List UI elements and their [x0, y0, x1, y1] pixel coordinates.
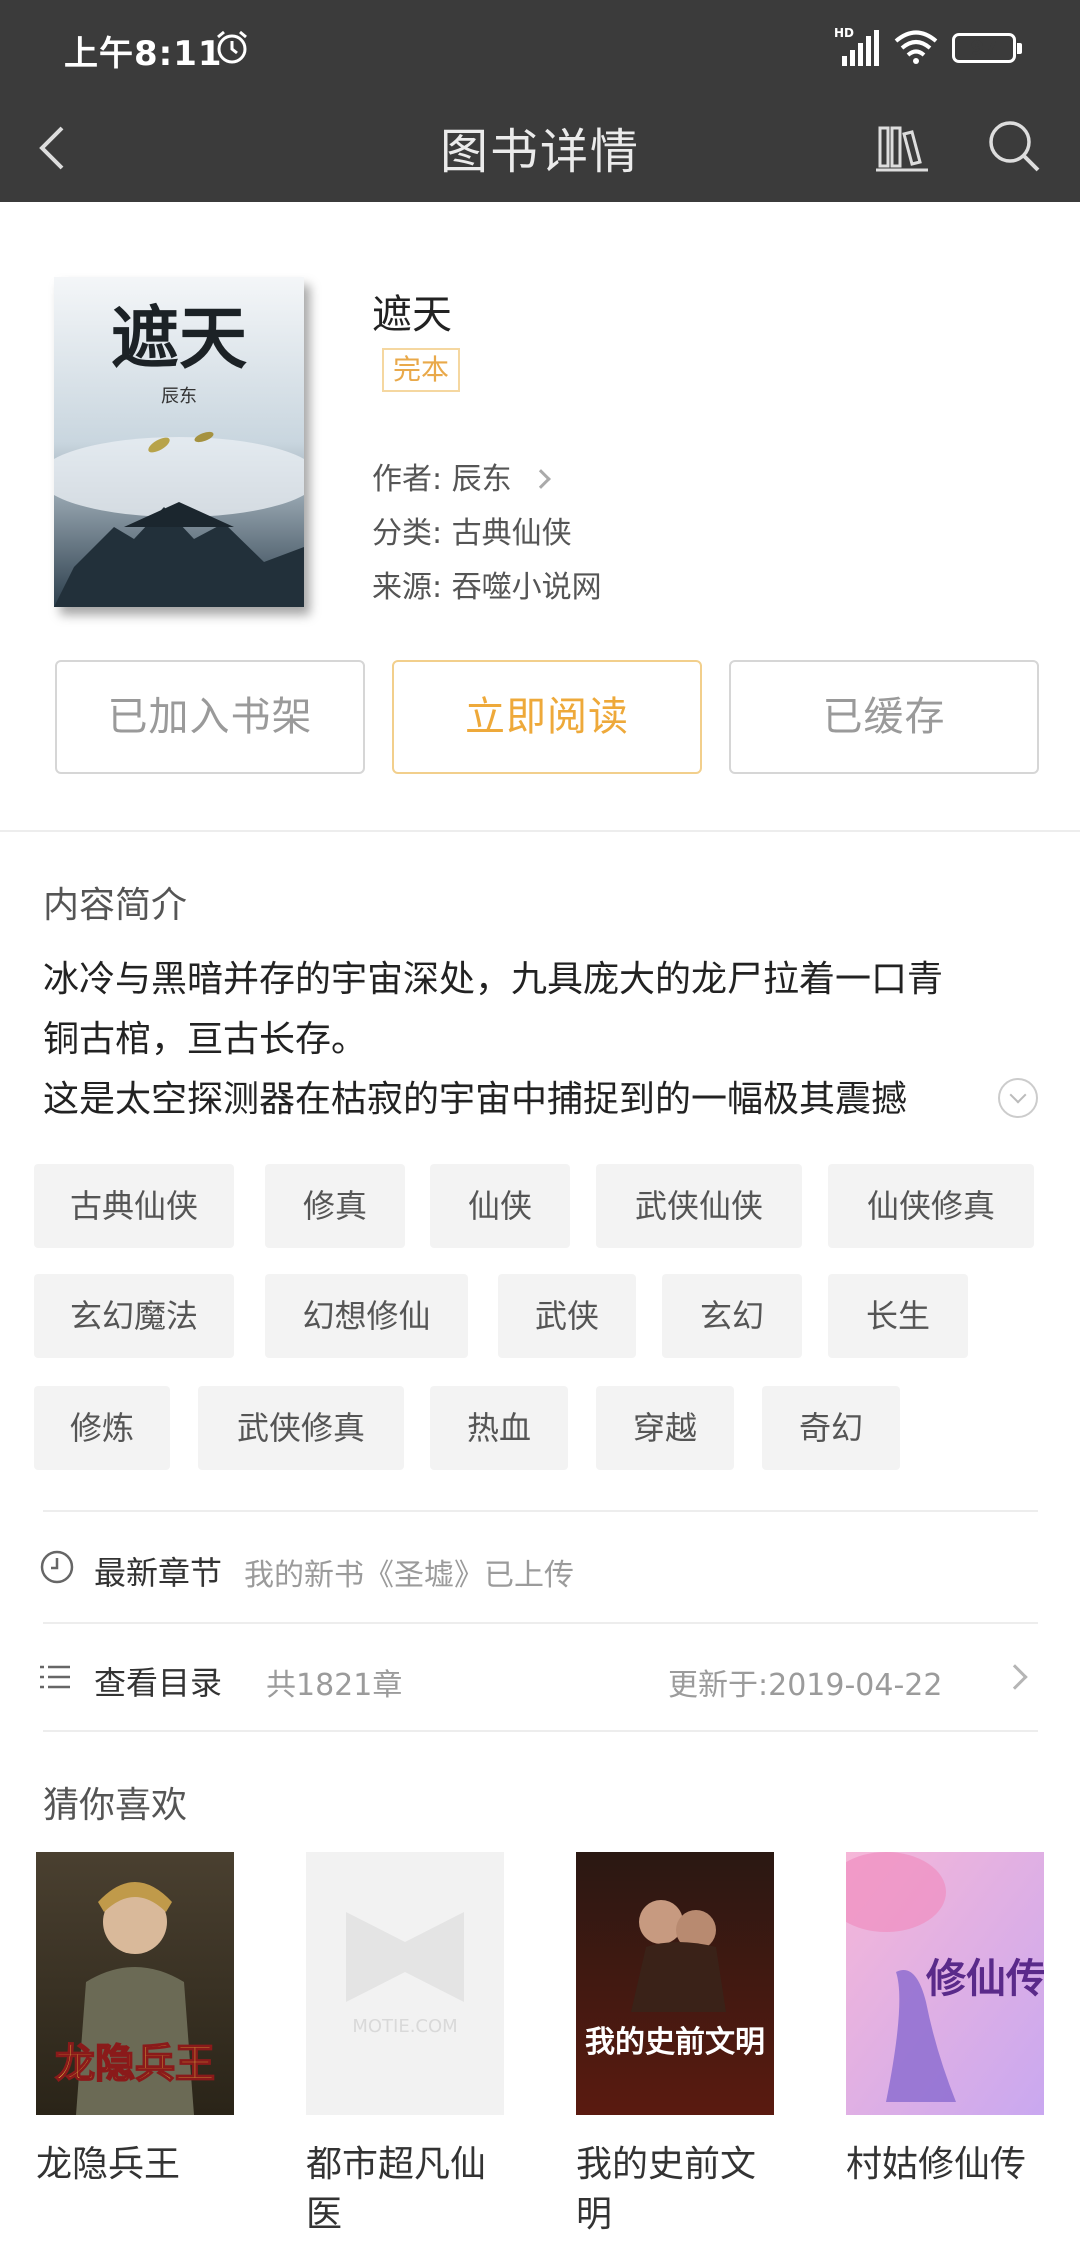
recommend-book-name[interactable]: 龙隐兵王	[36, 2140, 246, 2190]
update-date: 更新于:2019-04-22	[668, 1668, 943, 1703]
tag[interactable]: 幻想修仙	[265, 1274, 468, 1358]
signal-icon	[842, 30, 879, 66]
status-bar: 上午8:11 HD 97	[0, 0, 1080, 92]
intro-line: 这是太空探测器在枯寂的宇宙中捕捉到的一幅极其震撼	[43, 1079, 908, 1120]
tag[interactable]: 仙侠修真	[828, 1164, 1034, 1248]
tag[interactable]: 古典仙侠	[34, 1164, 234, 1248]
alarm-icon	[217, 30, 247, 64]
list-icon	[40, 1665, 70, 1689]
latest-chapter-label: 最新章节	[94, 1554, 223, 1592]
intro-line: 冰冷与黑暗并存的宇宙深处，九具庞大的龙尸拉着一口青	[43, 959, 944, 1000]
recommend-title: 猜你喜欢	[43, 1785, 188, 1826]
tag[interactable]: 武侠	[498, 1274, 636, 1358]
tag[interactable]: 穿越	[596, 1386, 734, 1470]
book-cover: 遮天 辰东	[54, 277, 304, 607]
tag[interactable]: 长生	[828, 1274, 968, 1358]
app-bar: 图书详情	[0, 92, 1080, 202]
author-link[interactable]: 作者: 辰东	[372, 454, 551, 498]
recommend-cover-text: 我的史前文明	[585, 2025, 765, 2060]
recommend-book-name[interactable]: 村姑修仙传	[846, 2140, 1066, 2190]
chevron-right-icon[interactable]	[1002, 1664, 1028, 1690]
recommend-cover-text: MOTIE.COM	[352, 2016, 457, 2037]
recommend-cover-text: 龙隐兵王	[55, 2041, 215, 2087]
tag[interactable]: 武侠仙侠	[596, 1164, 802, 1248]
tag[interactable]: 武侠修真	[198, 1386, 404, 1470]
status-badge: 完本	[382, 348, 460, 392]
tag[interactable]: 仙侠	[430, 1164, 570, 1248]
divider	[43, 1622, 1038, 1624]
section-divider	[0, 830, 1080, 832]
tag[interactable]: 热血	[430, 1386, 568, 1470]
cover-title: 遮天	[111, 299, 247, 379]
chevron-right-icon	[530, 469, 551, 489]
search-icon[interactable]	[984, 116, 1042, 176]
recommend-cover-text: 修仙传	[926, 1955, 1044, 2002]
recommend-book-name[interactable]: 我的史前文明	[576, 2140, 776, 2240]
recommend-book-name[interactable]: 都市超凡仙医	[306, 2140, 506, 2240]
recommend-cover[interactable]: 我的史前文明	[576, 1852, 774, 2115]
clock-icon	[40, 1550, 74, 1584]
cached-button[interactable]: 已缓存	[729, 660, 1039, 774]
recommend-cover[interactable]: 修仙传	[846, 1852, 1044, 2115]
toc-label[interactable]: 查看目录	[94, 1658, 222, 1704]
tag[interactable]: 奇幻	[762, 1386, 900, 1470]
status-time: 上午8:11	[64, 34, 223, 74]
category-text: 分类: 古典仙侠	[372, 516, 572, 551]
author-text: 作者: 辰东	[372, 462, 512, 497]
chapter-count: 共1821章	[266, 1668, 403, 1703]
recommend-cover[interactable]: MOTIE.COM	[306, 1852, 504, 2115]
bookshelf-icon[interactable]	[874, 118, 932, 176]
tag[interactable]: 玄幻魔法	[34, 1274, 234, 1358]
added-to-shelf-button[interactable]: 已加入书架	[55, 660, 365, 774]
book-title: 遮天	[372, 292, 452, 338]
wifi-icon	[894, 30, 938, 64]
recommend-cover[interactable]: 龙隐兵王	[36, 1852, 234, 2115]
tag[interactable]: 修炼	[34, 1386, 170, 1470]
cover-author: 辰东	[161, 386, 197, 407]
intro-text[interactable]: 冰冷与黑暗并存的宇宙深处，九具庞大的龙尸拉着一口青 铜古棺，亘古长存。 这是太空…	[43, 950, 1043, 1130]
expand-icon[interactable]	[998, 1078, 1038, 1118]
battery-indicator: 97	[952, 33, 1022, 63]
intro-line: 铜古棺，亘古长存。	[43, 1019, 368, 1060]
divider	[43, 1510, 1038, 1512]
battery-percent: 97	[970, 37, 998, 59]
source-text: 来源: 吞噬小说网	[372, 570, 602, 605]
divider	[43, 1730, 1038, 1732]
intro-title: 内容简介	[43, 885, 188, 926]
tag[interactable]: 修真	[265, 1164, 405, 1248]
read-now-button[interactable]: 立即阅读	[392, 660, 702, 774]
latest-chapter-value[interactable]: 我的新书《圣墟》已上传	[244, 1550, 574, 1594]
tag[interactable]: 玄幻	[662, 1274, 802, 1358]
